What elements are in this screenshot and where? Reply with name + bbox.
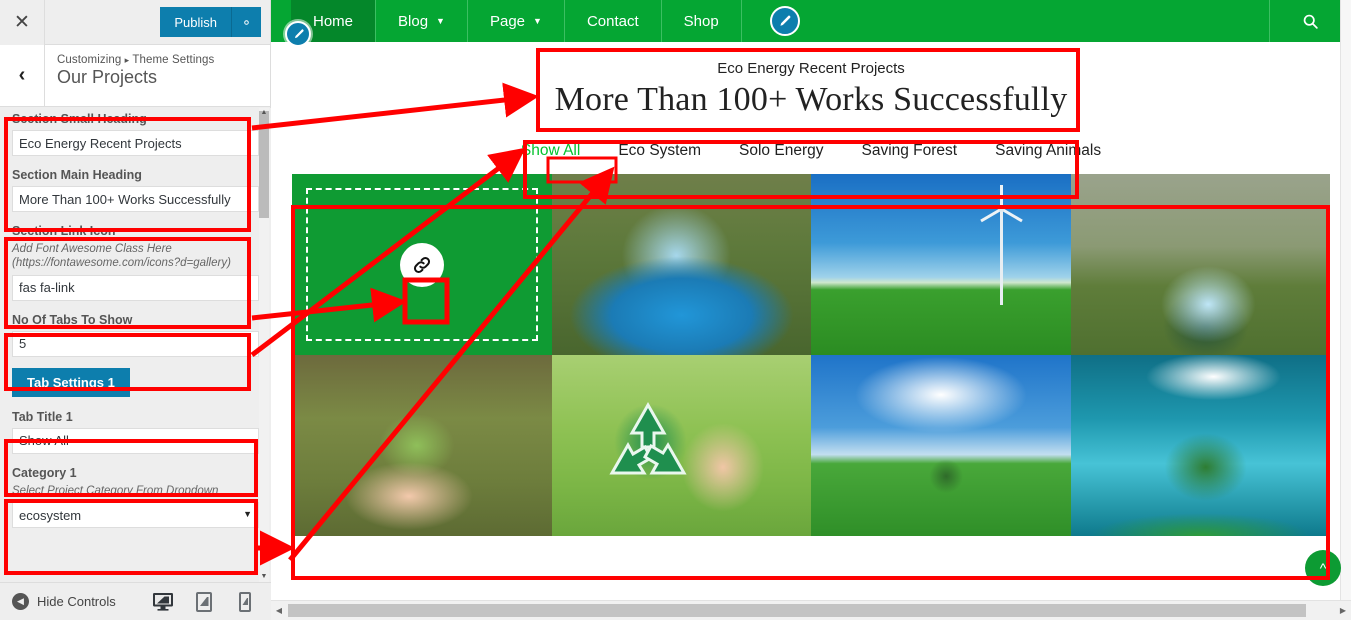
breadcrumb-root: Customizing [57,54,122,66]
control-tab-title-1: Tab Title 1 [0,406,271,462]
gear-icon[interactable] [231,7,261,37]
control-no-of-tabs: No Of Tabs To Show [0,309,271,365]
back-to-top-button[interactable]: ^ [1305,550,1341,586]
category-1-select[interactable]: ecosystem [12,502,259,529]
project-tile-recycle-bin[interactable] [551,174,811,355]
nav-label: Page [489,12,526,30]
scroll-up-arrow-icon[interactable]: ▲ [259,108,269,118]
control-label: Category 1 [12,465,77,480]
section-small-heading-input[interactable] [12,130,259,156]
close-icon[interactable]: ✕ [0,0,45,45]
navbar-edit-wrap [742,0,820,42]
page-title: Our Projects [57,67,158,87]
collapse-arrow-icon: ◀ [12,593,29,610]
section-edit-pencil-icon[interactable] [285,21,311,47]
preview-horizontal-scrollbar[interactable]: ◀ ▶ [271,600,1351,620]
nav-item-blog[interactable]: Blog ▼ [376,0,468,42]
mobile-icon[interactable] [233,589,257,615]
nav-label: Blog [398,12,429,30]
device-preview-switcher [147,589,271,620]
search-icon[interactable] [1269,0,1351,42]
pencil-edit-icon[interactable] [769,6,800,36]
project-tile-recycle-symbol[interactable] [551,355,811,536]
hide-controls-button[interactable]: ◀ Hide Controls [0,593,116,610]
tab-eco-system[interactable]: Eco System [618,142,701,160]
scroll-right-arrow-icon[interactable]: ▶ [1335,606,1351,615]
desktop-icon[interactable] [147,589,181,620]
customizer-screen: ✕ Publish ‹ Customizing ▸ Theme Settings [0,0,1351,620]
no-of-tabs-input[interactable] [12,330,259,357]
site-preview-content: Home Blog ▼ Page ▼ Contact Shop Eco Ener… [271,0,1351,600]
breadcrumb: Customizing ▸ Theme Settings [57,54,214,66]
scroll-left-arrow-icon[interactable]: ◀ [271,606,287,615]
control-section-link-icon: Section Link Icon Add Font Awesome Class… [0,220,271,309]
tab-settings-button[interactable]: Tab Settings 1 [12,367,130,397]
tab-saving-forest[interactable]: Saving Forest [861,142,957,160]
project-tile-tree-globe[interactable] [1070,355,1330,536]
control-label: Section Main Heading [12,168,142,182]
sidebar-scrollbar-thumb[interactable] [259,111,269,218]
nav-label: Shop [683,12,719,30]
preview-hscroll-thumb[interactable] [288,604,1306,617]
breadcrumb-parent: Theme Settings [132,54,215,66]
site-preview-frame: Home Blog ▼ Page ▼ Contact Shop Eco Ener… [271,0,1351,620]
tab-title-1-input[interactable] [12,427,259,454]
publish-button[interactable]: Publish [160,7,231,37]
control-category-1: Category 1 Select Project Category From … [0,462,271,536]
control-description: Select Project Category From Dropdown [12,484,219,497]
section-link-icon-input[interactable] [12,274,259,301]
tablet-icon[interactable] [192,589,216,615]
chevron-up-icon: ^ [1319,560,1327,576]
project-tile-tree-field[interactable] [811,355,1071,536]
nav-label: Home [313,12,354,30]
project-filter-tabs: Show All Eco System Solo Energy Saving F… [271,125,1351,174]
category-select-wrap: ecosystem ▼ [12,502,259,529]
nav-label: Contact [586,12,639,30]
chevron-left-icon[interactable]: ‹ [0,45,45,106]
publish-group: Publish [160,7,261,37]
control-section-main-heading: Section Main Heading [0,164,271,220]
project-tile-bottle-bin[interactable] [1070,174,1330,355]
control-label: No Of Tabs To Show [12,312,133,327]
section-small-heading: Eco Energy Recent Projects [717,60,905,77]
hide-controls-label: Hide Controls [37,594,116,609]
control-label: Section Link Icon [12,224,116,238]
link-icon[interactable] [399,242,444,287]
breadcrumb-separator-icon: ▸ [124,55,130,65]
panel-header: ‹ Customizing ▸ Theme Settings Our Proje… [0,45,270,107]
section-headings: Eco Energy Recent Projects More Than 100… [271,42,1351,125]
section-main-heading-input[interactable] [12,186,259,212]
project-tile-windmill[interactable] [811,174,1071,355]
customizer-sidebar: ✕ Publish ‹ Customizing ▸ Theme Settings [0,0,271,620]
customizer-footer: ◀ Hide Controls [0,582,271,620]
nav-item-shop[interactable]: Shop [662,0,742,42]
preview-vertical-scrollbar[interactable] [1340,0,1351,600]
nav-item-page[interactable]: Page ▼ [468,0,565,42]
tab-saving-animals[interactable]: Saving Animals [995,142,1101,160]
tab-show-all[interactable]: Show All [521,142,580,160]
scroll-down-arrow-icon[interactable]: ▼ [259,572,269,582]
panel-titles: Customizing ▸ Theme Settings Our Project… [45,45,214,106]
control-section-small-heading: Section Small Heading [0,108,271,164]
control-label: Tab Title 1 [12,409,73,424]
site-navbar: Home Blog ▼ Page ▼ Contact Shop [271,0,1351,42]
nav-item-contact[interactable]: Contact [565,0,662,42]
project-tile-sapling-hands[interactable] [292,355,552,536]
chevron-down-icon: ▼ [436,15,445,26]
customizer-header: ✕ Publish [0,0,270,45]
section-main-heading: More Than 100+ Works Successfully [554,81,1068,118]
project-gallery-grid [292,174,1330,536]
control-label: Section Small Heading [12,112,147,126]
project-tile-volunteers[interactable] [292,174,552,355]
control-description: Add Font Awesome Class Here (https://fon… [12,243,231,270]
customizer-controls-list: Section Small Heading Section Main Headi… [0,108,271,582]
tab-solo-energy[interactable]: Solo Energy [739,142,823,160]
chevron-down-icon: ▼ [533,15,542,26]
